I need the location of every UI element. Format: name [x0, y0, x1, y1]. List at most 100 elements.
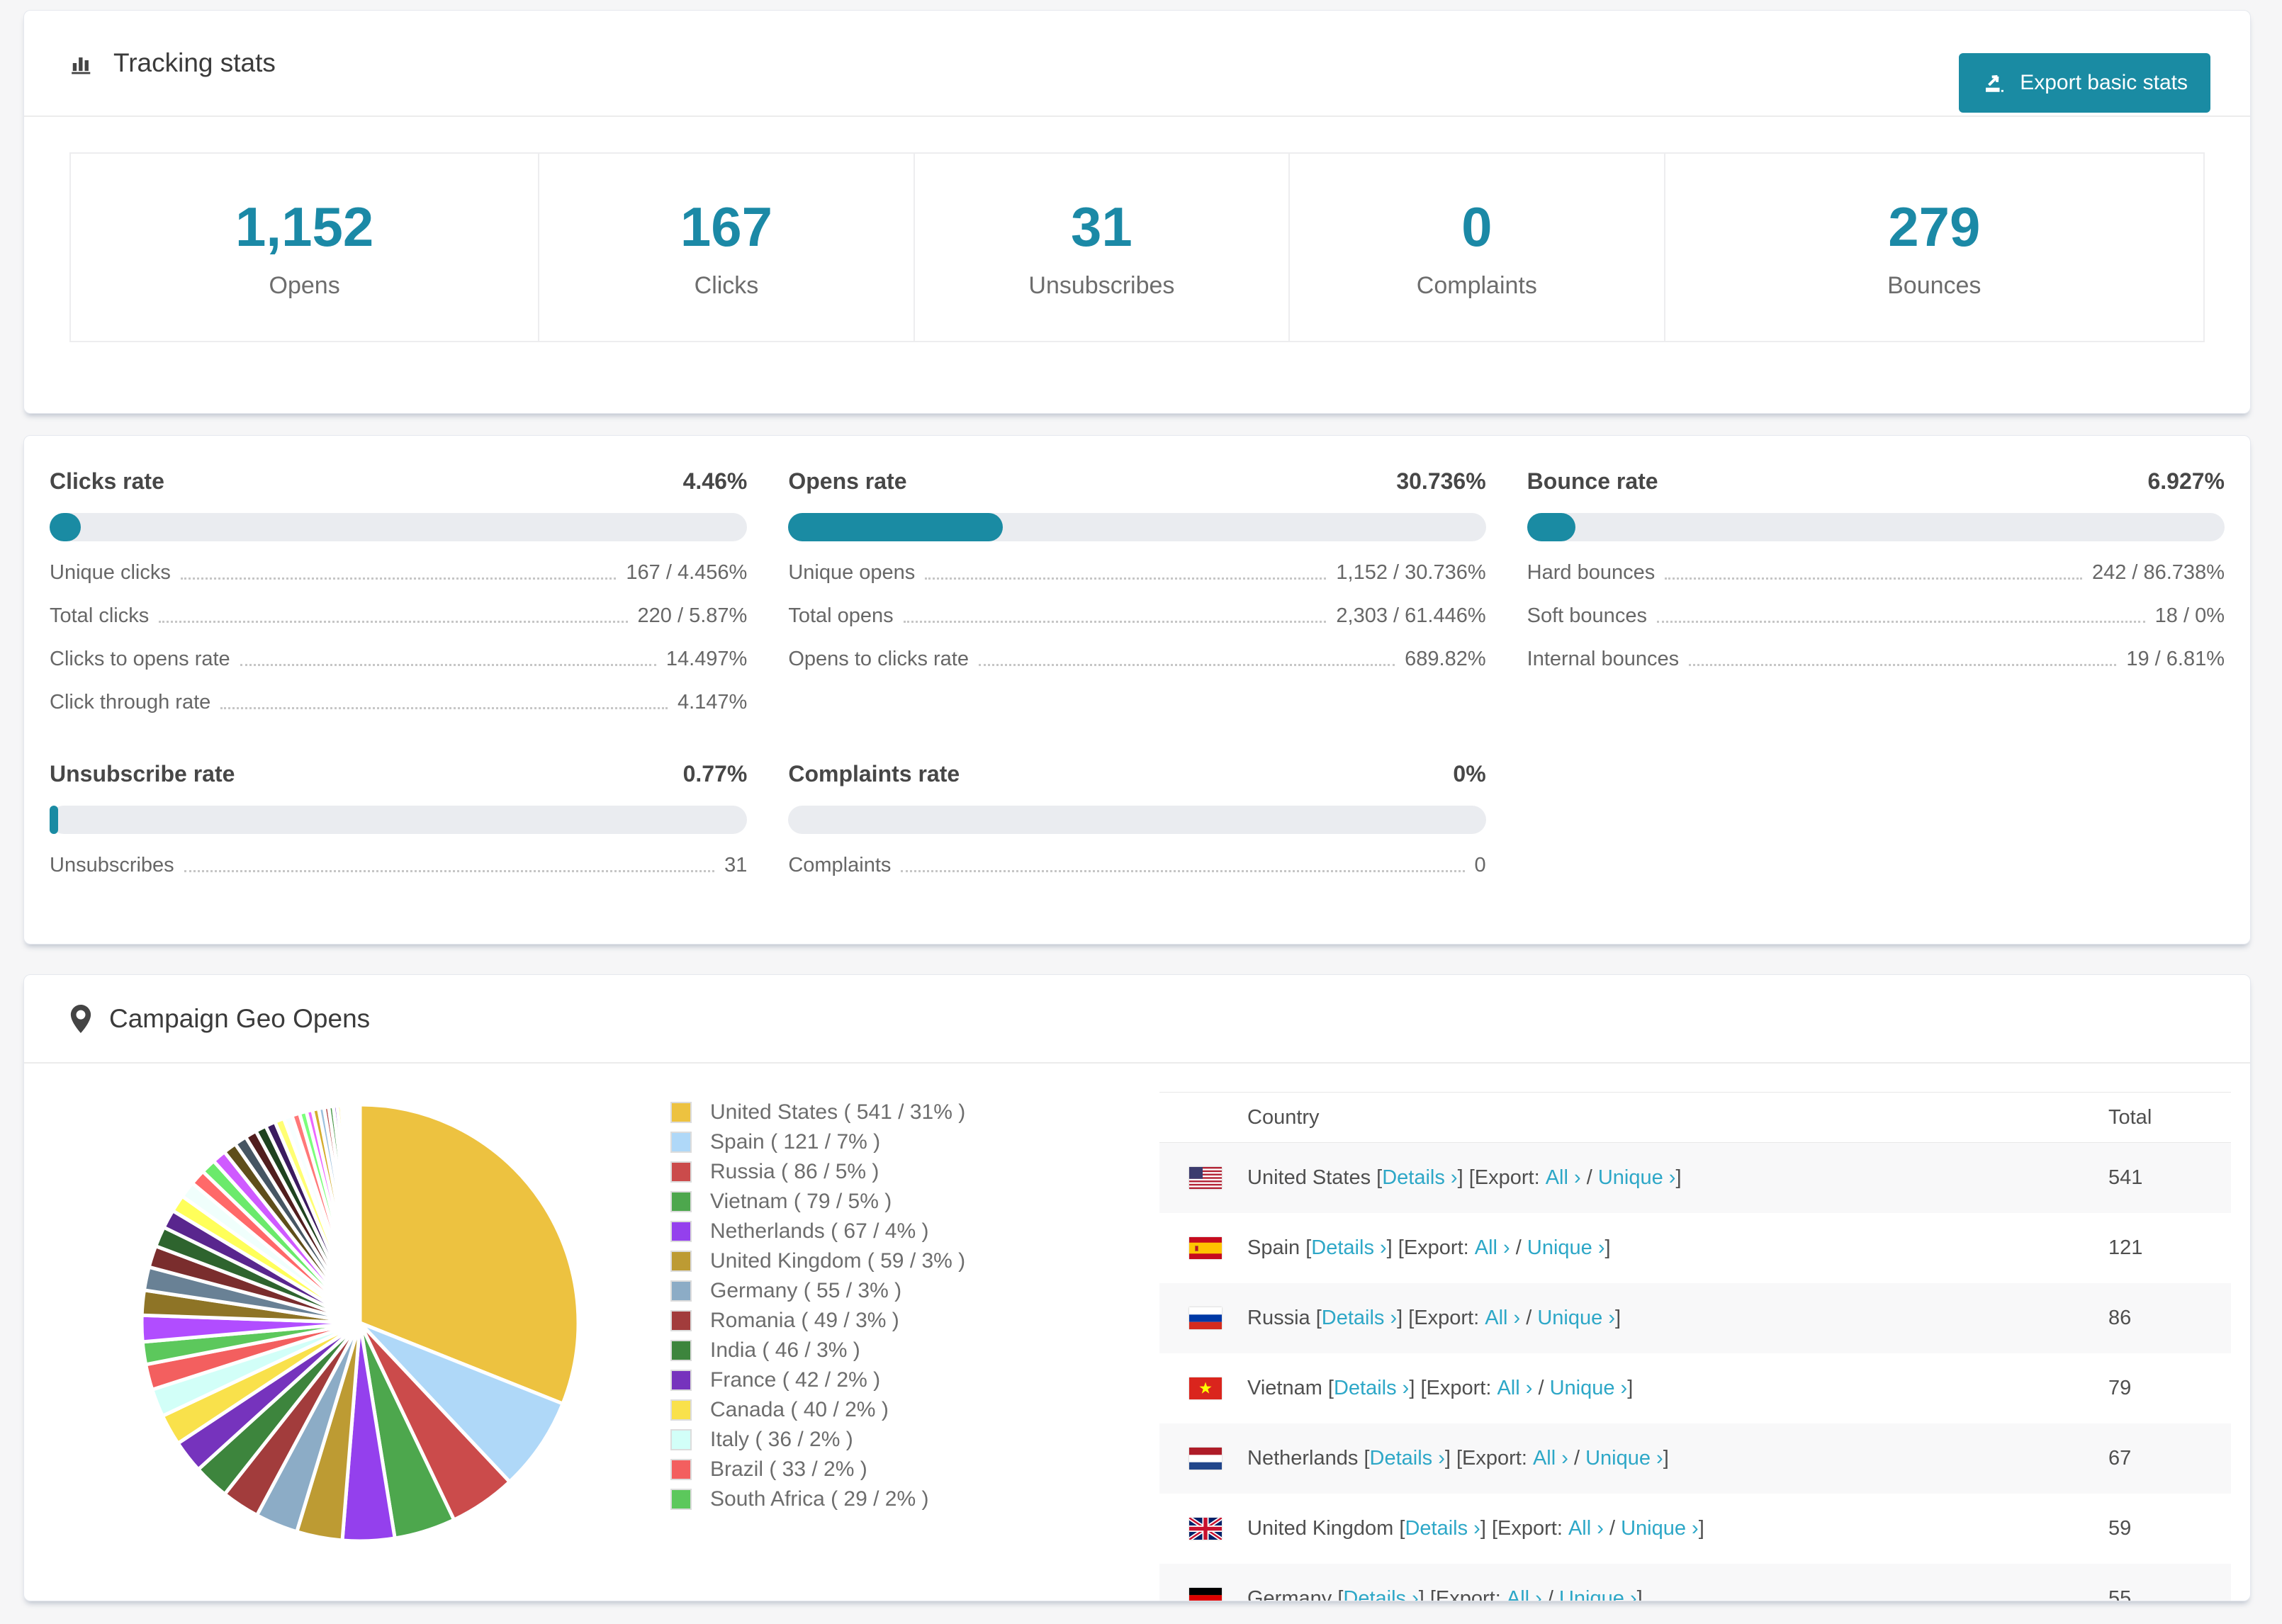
- legend-swatch: [670, 1221, 692, 1242]
- dotted-leader: [1656, 621, 2145, 623]
- export-unique-link[interactable]: Unique ›: [1527, 1236, 1605, 1260]
- legend-label: Romania ( 49 / 3% ): [710, 1309, 899, 1332]
- rate-title: Unsubscribe rate: [50, 761, 235, 786]
- country-name: United Kingdom: [1247, 1517, 1400, 1540]
- nl-flag-icon: [1189, 1448, 1222, 1470]
- total-cell: 79: [2108, 1377, 2132, 1399]
- geo-opens-pie-chart: [140, 1103, 580, 1543]
- rate-title: Clicks rate: [50, 468, 164, 494]
- table-row-gb: United Kingdom [Details ›] [Export: All …: [1159, 1494, 2231, 1564]
- stat-label: Clicks: [694, 272, 759, 299]
- rate-row-value: 1,152 / 30.736%: [1336, 561, 1486, 584]
- export-unique-link[interactable]: Unique ›: [1598, 1166, 1676, 1190]
- legend-swatch: [670, 1310, 692, 1331]
- total-cell: 86: [2108, 1307, 2132, 1329]
- export-button-label: Export basic stats: [2020, 71, 2188, 94]
- dotted-leader: [925, 577, 1327, 580]
- export-unique-link[interactable]: Unique ›: [1585, 1447, 1663, 1470]
- rate-block-opens-rate: Opens rate 30.736% Unique opens 1,152 / 30.…: [788, 468, 1486, 714]
- legend-item-india: India ( 46 / 3% ): [670, 1336, 965, 1365]
- details-link[interactable]: Details ›: [1405, 1517, 1480, 1540]
- dotted-leader: [1689, 664, 2117, 666]
- country-name: Spain: [1247, 1236, 1306, 1259]
- rate-row-label: Complaints: [788, 854, 892, 876]
- legend-item-vietnam: Vietnam ( 79 / 5% ): [670, 1187, 965, 1217]
- stat-box-complaints: 0 Complaints: [1288, 152, 1665, 342]
- export-unique-link[interactable]: Unique ›: [1621, 1517, 1699, 1540]
- dotted-leader: [978, 664, 1395, 666]
- legend-swatch: [670, 1340, 692, 1361]
- tracking-stats-header: Tracking stats: [24, 11, 2250, 117]
- legend-label: Germany ( 55 / 3% ): [710, 1279, 902, 1302]
- export-unique-link[interactable]: Unique ›: [1537, 1307, 1615, 1330]
- export-unique-link[interactable]: Unique ›: [1559, 1587, 1637, 1601]
- rate-row: Total opens 2,303 / 61.446%: [788, 604, 1485, 628]
- rate-value: 6.927%: [2147, 468, 2225, 494]
- progress-bar: [788, 513, 1486, 541]
- legend-item-italy: Italy ( 36 / 2% ): [670, 1425, 965, 1455]
- rate-row: Complaints 0: [788, 854, 1485, 877]
- dotted-leader: [903, 621, 1327, 623]
- details-link[interactable]: Details ›: [1334, 1377, 1409, 1400]
- country-cell: United Kingdom [Details ›] [Export: All …: [1159, 1517, 2108, 1540]
- rate-row-value: 689.82%: [1405, 648, 1486, 670]
- total-cell: 59: [2108, 1517, 2132, 1540]
- legend-swatch: [670, 1370, 692, 1391]
- legend-label: India ( 46 / 3% ): [710, 1338, 860, 1362]
- geo-table-header: Country Total: [1159, 1093, 2231, 1143]
- details-link[interactable]: Details ›: [1370, 1447, 1445, 1470]
- legend-label: United Kingdom ( 59 / 3% ): [710, 1249, 966, 1273]
- details-link[interactable]: Details ›: [1343, 1587, 1418, 1601]
- rate-row: Total clicks 220 / 5.87%: [50, 604, 747, 628]
- total-cell: 55: [2108, 1587, 2132, 1601]
- rate-row: Unique opens 1,152 / 30.736%: [788, 561, 1485, 585]
- dotted-leader: [901, 870, 1465, 872]
- rate-row-label: Unique opens: [788, 561, 916, 584]
- stat-value: 0: [1461, 196, 1493, 258]
- stat-label: Unsubscribes: [1028, 272, 1175, 299]
- country-cell: Russia [Details ›] [Export: All › / Uniq…: [1159, 1307, 2108, 1330]
- page-title: Tracking stats: [113, 48, 276, 77]
- legend-item-united-states: United States ( 541 / 31% ): [670, 1098, 965, 1127]
- geo-table: Country Total United States [Details ›] …: [1159, 1092, 2231, 1601]
- export-all-link[interactable]: All ›: [1485, 1307, 1520, 1330]
- export-all-link[interactable]: All ›: [1475, 1236, 1510, 1260]
- rate-row-value: 0: [1474, 854, 1486, 876]
- export-unique-link[interactable]: Unique ›: [1550, 1377, 1628, 1400]
- details-link[interactable]: Details ›: [1322, 1307, 1397, 1330]
- legend-swatch: [670, 1132, 692, 1153]
- rate-row: Click through rate 4.147%: [50, 691, 747, 714]
- export-all-link[interactable]: All ›: [1497, 1377, 1532, 1400]
- progress-bar: [788, 806, 1486, 834]
- stat-box-clicks: 167 Clicks: [538, 152, 915, 342]
- rate-row-label: Soft bounces: [1527, 604, 1647, 627]
- rate-block-clicks-rate: Clicks rate 4.46% Unique clicks 167 / 4.456…: [50, 468, 748, 714]
- us-flag-icon: [1189, 1167, 1222, 1189]
- rate-row-label: Total clicks: [50, 604, 150, 627]
- export-all-link[interactable]: All ›: [1507, 1587, 1542, 1601]
- export-all-link[interactable]: All ›: [1546, 1166, 1581, 1190]
- geo-table-body: United States [Details ›] [Export: All ›…: [1159, 1143, 2231, 1601]
- rate-block-complaints-rate: Complaints rate 0% Complaints 0: [788, 761, 1486, 877]
- legend-item-france: France ( 42 / 2% ): [670, 1365, 965, 1395]
- geo-header: Campaign Geo Opens: [24, 975, 2250, 1064]
- progress-bar-fill: [788, 513, 1003, 541]
- rate-value: 0%: [1453, 761, 1486, 786]
- stat-value: 167: [680, 196, 773, 258]
- legend-label: Netherlands ( 67 / 4% ): [710, 1219, 929, 1243]
- legend-swatch: [670, 1102, 692, 1123]
- export-all-link[interactable]: All ›: [1533, 1447, 1568, 1470]
- export-all-link[interactable]: All ›: [1568, 1517, 1604, 1540]
- rate-value: 0.77%: [682, 761, 748, 786]
- rate-row-label: Total opens: [788, 604, 894, 627]
- legend-item-south-africa: South Africa ( 29 / 2% ): [670, 1484, 965, 1514]
- legend-swatch: [670, 1429, 692, 1450]
- progress-bar: [50, 513, 748, 541]
- details-link[interactable]: Details ›: [1311, 1236, 1386, 1260]
- geo-title: Campaign Geo Opens: [109, 1003, 371, 1033]
- legend-label: Brazil ( 33 / 2% ): [710, 1457, 867, 1481]
- country-name: Russia: [1247, 1307, 1316, 1329]
- details-link[interactable]: Details ›: [1382, 1166, 1457, 1190]
- rate-row-value: 18 / 0%: [2154, 604, 2225, 627]
- export-basic-stats-button[interactable]: Export basic stats: [1959, 53, 2210, 113]
